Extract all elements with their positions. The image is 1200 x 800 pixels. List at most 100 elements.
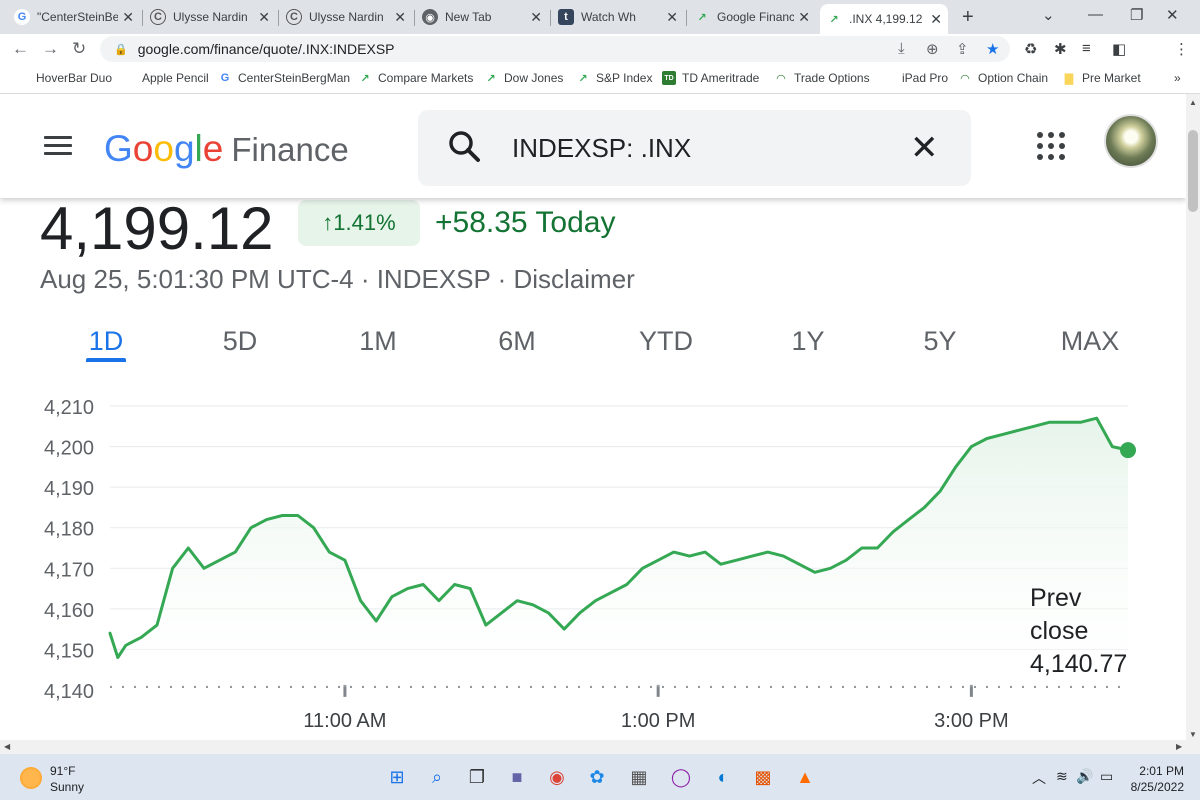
task-view-icon[interactable]: ❐ — [464, 764, 490, 790]
browser-tab[interactable]: t Watch Wh ✕ — [552, 4, 684, 30]
bookmark-item[interactable]: iPad Pro — [882, 71, 948, 85]
browser-toolbar: ← → ↻ 🔒 google.com/finance/quote/.INX:IN… — [0, 34, 1200, 92]
tab-close-icon[interactable]: ✕ — [530, 9, 542, 26]
search-query-text[interactable]: INDEXSP: .INX — [512, 133, 691, 164]
tab-close-icon[interactable]: ✕ — [798, 9, 810, 26]
side-panel-icon[interactable]: ◧ — [1112, 40, 1126, 58]
photos-app-icon[interactable]: ▩ — [750, 764, 776, 790]
tray-chevron-icon[interactable]: ︿ — [1032, 768, 1046, 788]
puzzle-extensions-icon[interactable]: ✱ — [1054, 40, 1067, 58]
bookmark-item[interactable]: ↗ Dow Jones — [484, 71, 563, 85]
browser-tab[interactable]: C Ulysse Nardin ✕ — [144, 4, 276, 30]
tab-title: New Tab — [445, 10, 492, 24]
range-tab-6m[interactable]: 6M — [477, 326, 557, 357]
tab-title: "CenterSteinBe — [37, 10, 119, 24]
bookmark-item[interactable]: ▇ Pre Market — [1062, 71, 1141, 85]
hamburger-menu-icon[interactable] — [44, 136, 72, 156]
new-tab-button[interactable]: + — [962, 6, 974, 29]
back-icon[interactable]: ← — [12, 39, 29, 59]
range-tab-1d[interactable]: 1D — [66, 326, 146, 357]
app-circle-icon[interactable]: ◯ — [668, 764, 694, 790]
extension-icon[interactable]: ♻ — [1024, 40, 1037, 58]
bookmark-item[interactable]: ↗ S&P Index — [576, 71, 652, 85]
bookmark-item[interactable]: ↗ Compare Markets — [358, 71, 473, 85]
finance-search-box[interactable]: INDEXSP: .INX ✕ — [418, 110, 971, 186]
reload-icon[interactable]: ↻ — [72, 39, 86, 59]
google-finance-logo[interactable]: Google Finance — [104, 128, 349, 170]
clear-search-icon[interactable]: ✕ — [910, 128, 939, 168]
bookmark-label: Trade Options — [794, 71, 870, 85]
scroll-up-arrow-icon[interactable]: ▲ — [1189, 98, 1197, 107]
chrome-taskbar-icon[interactable]: ◉ — [544, 764, 570, 790]
weather-sun-icon[interactable] — [20, 767, 42, 789]
bookmarks-overflow-icon[interactable]: » — [1174, 71, 1181, 85]
bookmark-item[interactable]: ◠ Trade Options — [774, 71, 870, 85]
scroll-down-arrow-icon[interactable]: ▼ — [1189, 730, 1197, 739]
browser-tab[interactable]: ↗ Google Financ ✕ — [688, 4, 816, 30]
volume-icon[interactable]: 🔊 — [1076, 768, 1093, 785]
address-bar[interactable]: 🔒 google.com/finance/quote/.INX:INDEXSP — [100, 36, 1010, 62]
tab-close-icon[interactable]: ✕ — [122, 9, 134, 26]
vertical-scrollbar[interactable]: ▲ ▼ — [1186, 94, 1200, 744]
c-logo-icon: C — [150, 9, 166, 25]
taskbar-clock[interactable]: 2:01 PM 8/25/2022 — [1120, 763, 1184, 795]
tab-close-icon[interactable]: ✕ — [666, 9, 678, 26]
reading-list-icon[interactable]: ≡ — [1082, 40, 1091, 57]
bookmark-item[interactable]: G CenterSteinBergMan — [218, 71, 350, 85]
range-tab-5d[interactable]: 5D — [200, 326, 280, 357]
account-avatar[interactable] — [1104, 114, 1158, 168]
wifi-icon[interactable]: ≋ — [1056, 768, 1068, 785]
price-area — [110, 418, 1128, 687]
bookmark-item[interactable]: Apple Pencil — [122, 71, 209, 85]
scroll-left-arrow-icon[interactable]: ◀ — [4, 742, 10, 751]
range-tab-5y[interactable]: 5Y — [900, 326, 980, 357]
forward-icon[interactable]: → — [42, 39, 59, 59]
browser-tab[interactable]: ◉ New Tab ✕ — [416, 4, 548, 30]
range-tab-1m[interactable]: 1M — [338, 326, 418, 357]
windows-start-icon[interactable]: ⊞ — [384, 764, 410, 790]
vlc-icon[interactable]: ▲ — [792, 764, 818, 790]
y-tick-label: 4,200 — [44, 438, 94, 460]
browser-tab[interactable]: G "CenterSteinBe ✕ — [8, 4, 140, 30]
tab-separator — [414, 10, 415, 26]
minimize-button[interactable]: — — [1088, 6, 1103, 23]
teams-chat-icon[interactable]: ■ — [504, 764, 530, 790]
more-menu-icon[interactable]: ⋮ — [1174, 40, 1189, 58]
browser-tab[interactable]: C Ulysse Nardin ✕ — [280, 4, 412, 30]
tab-close-icon[interactable]: ✕ — [394, 9, 406, 26]
scroll-right-arrow-icon[interactable]: ▶ — [1176, 742, 1182, 751]
install-icon[interactable]: ⤓ — [898, 40, 905, 57]
share-icon[interactable]: ⇪ — [956, 40, 969, 58]
tab-search-icon[interactable]: ⌄ — [1042, 6, 1055, 24]
bookmark-star-icon[interactable]: ★ — [986, 40, 999, 58]
browser-tab-bar: G "CenterSteinBe ✕ C Ulysse Nardin ✕ C Ulysse N… — [0, 0, 1200, 34]
price-chart[interactable]: 4,140 4,150 4,160 4,170 4,180 4,190 4,200 4,210… — [0, 388, 1186, 728]
prev-close-line1: Prev — [1030, 584, 1082, 612]
bookmark-item[interactable]: ◠ Option Chain — [958, 71, 1048, 85]
app-taskbar-icon[interactable]: ✿ — [584, 764, 610, 790]
zoom-icon[interactable]: ⊕ — [926, 40, 939, 58]
close-window-button[interactable]: ✕ — [1166, 6, 1179, 24]
x-tick-label: 1:00 PM — [621, 710, 695, 728]
scrollbar-thumb[interactable] — [1188, 130, 1198, 212]
weather-temp[interactable]: 91°F — [50, 764, 75, 778]
tab-close-icon[interactable]: ✕ — [258, 9, 270, 26]
edge-icon[interactable]: ◐ — [710, 764, 736, 790]
range-tab-ytd[interactable]: YTD — [626, 326, 706, 357]
tab-close-icon[interactable]: ✕ — [930, 11, 942, 28]
bookmarks-bar: HoverBar Duo Apple Pencil G CenterSteinBerg… — [0, 64, 1200, 94]
google-finance-icon: ↗ — [486, 72, 496, 85]
bookmark-item[interactable]: HoverBar Duo — [16, 71, 112, 85]
battery-icon[interactable]: ▭ — [1100, 768, 1113, 785]
weather-condition[interactable]: Sunny — [50, 780, 84, 794]
range-tab-1y[interactable]: 1Y — [768, 326, 848, 357]
taskbar-search-icon[interactable]: ⌕ — [424, 764, 450, 790]
maximize-button[interactable]: ❐ — [1130, 6, 1143, 24]
browser-tab[interactable]: ↗ .INX 4,199.12 (✕ — [820, 4, 948, 34]
search-icon[interactable] — [448, 130, 482, 164]
horizontal-scrollbar[interactable]: ◀ ▶ — [0, 740, 1200, 754]
calculator-icon[interactable]: ▦ — [626, 764, 652, 790]
bookmark-item[interactable]: TD TD Ameritrade — [662, 71, 759, 85]
range-tab-max[interactable]: MAX — [1050, 326, 1130, 357]
google-apps-icon[interactable] — [1037, 132, 1065, 160]
